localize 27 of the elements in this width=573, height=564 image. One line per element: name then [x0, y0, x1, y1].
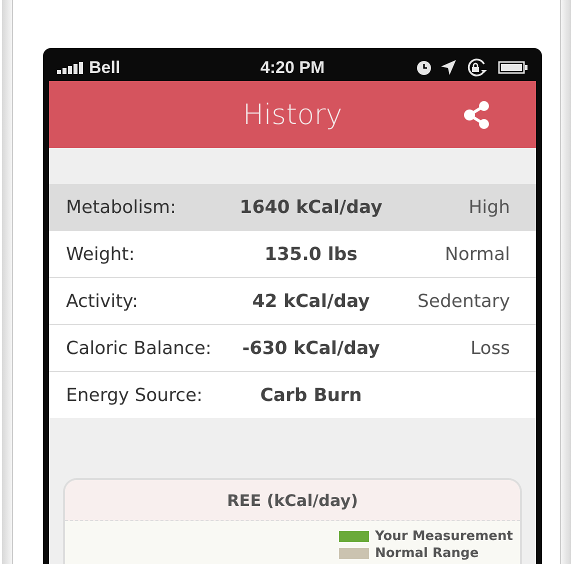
row-value: 42 kCal/day	[251, 290, 371, 312]
card-title: REE (kCal/day)	[226, 490, 358, 510]
row-value: Carb Burn	[259, 384, 363, 406]
row-value: -630 kCal/day	[241, 338, 381, 358]
row-label: Caloric Balance:	[66, 338, 212, 358]
row-value: 1640 kCal/day	[238, 196, 384, 218]
clock-icon	[417, 60, 431, 74]
status-time: 4:20 PM	[260, 58, 325, 78]
rotation-lock-icon	[466, 58, 488, 78]
row-label: Energy Source:	[66, 384, 204, 406]
row-status: Normal	[444, 244, 510, 264]
row-label: Metabolism:	[66, 196, 178, 218]
location-arrow-icon	[441, 60, 456, 75]
share-button[interactable]	[464, 101, 490, 129]
row-value: 135.0 lbs	[264, 244, 358, 264]
carrier-name: Bell	[89, 58, 120, 78]
legend-label: Your Measurement	[375, 529, 513, 544]
legend-label: Normal Range	[375, 546, 479, 561]
row-label: Activity:	[66, 290, 140, 312]
signal-icon	[57, 61, 84, 74]
row-status: High	[468, 196, 510, 218]
row-status: Sedentary	[416, 290, 510, 312]
screen-title: History	[242, 98, 342, 131]
summary-row[interactable]: Metabolism: 1640 kCal/day High	[49, 184, 536, 231]
battery-icon	[498, 61, 528, 74]
row-label: Weight:	[66, 244, 136, 264]
row-status: Loss	[470, 338, 510, 358]
